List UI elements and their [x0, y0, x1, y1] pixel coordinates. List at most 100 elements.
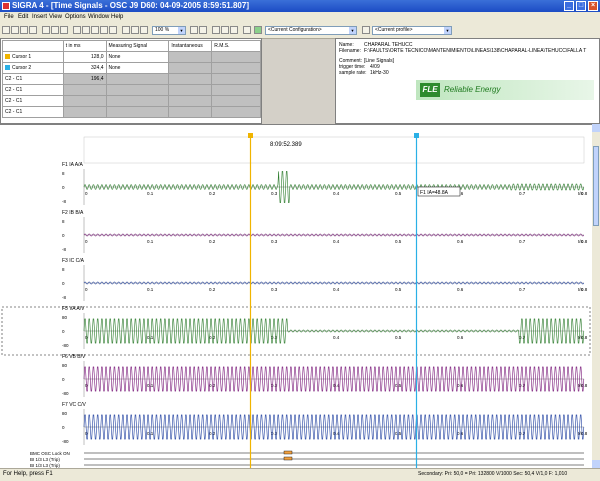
- signal-cell[interactable]: None: [105, 51, 170, 63]
- menu-file[interactable]: File: [4, 13, 14, 22]
- time-cell: 196,4: [62, 73, 107, 85]
- filename-value: F:\FAULTS\ORTE TECNICO\MANTENIMIENTO\LIN…: [364, 48, 587, 54]
- time-cell[interactable]: 128,0: [62, 51, 107, 63]
- company-logo: FLE Reliable Energy: [416, 80, 594, 100]
- close-button[interactable]: ×: [588, 1, 598, 11]
- instantaneous-cell: [168, 73, 213, 85]
- x-tick-label: 0.3: [271, 191, 278, 196]
- measure-icon[interactable]: [91, 26, 99, 34]
- profile-icon[interactable]: [362, 26, 370, 34]
- y-tick-label: 0: [62, 329, 65, 334]
- x-tick-label: 0.1: [147, 335, 154, 340]
- x-tick-label: 0: [85, 191, 88, 196]
- menu-edit[interactable]: Edit: [18, 13, 28, 22]
- y-tick-label: -8: [62, 247, 66, 252]
- y-tick-label: -80: [62, 343, 69, 348]
- profile-value: <Current profile>: [375, 27, 413, 33]
- zoom-out-icon[interactable]: [221, 26, 229, 34]
- signal-cell: [105, 106, 170, 118]
- signal-name-label: F7 VC C/V: [62, 402, 87, 408]
- time-signals-chart[interactable]: 8:09:52.389 F1 IA A/A 8 0 -8 0 0.1 0.2 0.3 0.4 0.…: [0, 124, 592, 469]
- profile-combo[interactable]: <Current profile> ▼: [372, 26, 452, 35]
- cascade-icon[interactable]: [199, 26, 207, 34]
- undo-zoom-icon[interactable]: [230, 26, 238, 34]
- x-tick-label: 0.2: [209, 191, 216, 196]
- filter-icon[interactable]: [109, 26, 117, 34]
- time-cell[interactable]: 324,4: [62, 62, 107, 74]
- x-tick-label: 0.5: [395, 287, 402, 292]
- x-tick-label: 0.4: [333, 191, 340, 196]
- x-tick-label: 0: [85, 287, 88, 292]
- new-icon[interactable]: [2, 26, 10, 34]
- cursor-table: t in ms Measuring Signal Instantaneous R…: [2, 40, 261, 118]
- rms-cell: [211, 106, 261, 118]
- zoom-icon[interactable]: [51, 26, 59, 34]
- crosshair-icon[interactable]: [82, 26, 90, 34]
- x-unit-label: t/s: [578, 287, 584, 292]
- tile-icon[interactable]: [190, 26, 198, 34]
- table-icon[interactable]: [140, 26, 148, 34]
- menu-view[interactable]: View: [49, 13, 62, 22]
- signal-panel: F2 IB B/A80-80 0.1 0.2 0.3 0.4 0.5 0.6 0.7 0.8t/…: [62, 210, 588, 253]
- cursor-label: Cursor 1: [12, 53, 32, 60]
- maximize-button[interactable]: □: [576, 1, 586, 11]
- save-icon[interactable]: [20, 26, 28, 34]
- table-row[interactable]: Cursor 1 128,0 None: [2, 51, 261, 63]
- time-header-box: [83, 136, 585, 164]
- cursor-color-swatch: [5, 53, 10, 59]
- x-tick-label: 0.4: [333, 287, 340, 292]
- signals-svg[interactable]: 8:09:52.389 F1 IA A/A80-80 0.1 0.2 0.3 0.4 0.…: [0, 125, 592, 469]
- column-header: t in ms: [62, 40, 107, 52]
- y-tick-label: 80: [62, 315, 68, 320]
- graph-icon[interactable]: [100, 26, 108, 34]
- configuration-icon[interactable]: [254, 26, 262, 34]
- table-row: C2 - C1: [2, 84, 261, 96]
- menu-options[interactable]: Options: [65, 13, 86, 22]
- signal-panel: F7 VC C/V800-800 0.1 0.2 0.3 0.4 0.5 0.6 0.7 0.8…: [62, 402, 588, 445]
- column-header: Measuring Signal: [105, 40, 170, 52]
- vertical-scrollbar[interactable]: [592, 124, 600, 468]
- vector-icon[interactable]: [122, 26, 130, 34]
- signal-name-label: F6 VB B/V: [62, 354, 86, 360]
- menu-insert[interactable]: Insert: [32, 13, 47, 22]
- color-icon[interactable]: [243, 26, 251, 34]
- y-tick-label: 0: [62, 377, 65, 382]
- y-tick-label: -8: [62, 199, 66, 204]
- menu-help[interactable]: Help: [111, 13, 123, 22]
- cursor-1-handle[interactable]: [248, 133, 253, 138]
- configuration-combo[interactable]: <Current Configuration> ▼: [265, 26, 357, 35]
- signal-cell[interactable]: None: [105, 62, 170, 74]
- instantaneous-cell: [168, 62, 213, 74]
- time-cell: [62, 106, 107, 118]
- zoom-combo[interactable]: 100 % ▼: [152, 26, 186, 35]
- signal-name-label: F5 VA A/V: [62, 306, 85, 312]
- cursor-2-handle[interactable]: [414, 133, 419, 138]
- locus-icon[interactable]: [131, 26, 139, 34]
- x-tick-label: 0.4: [333, 335, 340, 340]
- menu-window[interactable]: Window: [88, 13, 109, 22]
- y-tick-label: -8: [62, 295, 66, 300]
- print-icon[interactable]: [29, 26, 37, 34]
- time-cell: [62, 84, 107, 96]
- header-time: 8:09:52.389: [270, 142, 302, 148]
- cursor-table-panel: t in ms Measuring Signal Instantaneous R…: [0, 38, 262, 124]
- table-row: C2 - C1 196,4: [2, 73, 261, 85]
- rms-cell: [211, 62, 261, 74]
- table-row: C2 - C1: [2, 106, 261, 118]
- zoom-in-icon[interactable]: [212, 26, 220, 34]
- y-tick-label: 0: [62, 281, 65, 286]
- minimize-button[interactable]: _: [564, 1, 574, 11]
- scroll-thumb[interactable]: [593, 146, 599, 226]
- scroll-down-icon[interactable]: [592, 460, 600, 468]
- table-row[interactable]: Cursor 2 324,4 None: [2, 62, 261, 74]
- open-icon[interactable]: [11, 26, 19, 34]
- scroll-up-icon[interactable]: [592, 124, 600, 132]
- signal-cell: [105, 95, 170, 107]
- rms-cell: [211, 51, 261, 63]
- copy-icon[interactable]: [42, 26, 50, 34]
- cursor-icon[interactable]: [73, 26, 81, 34]
- fit-icon[interactable]: [60, 26, 68, 34]
- cursor-label-cell: Cursor 1: [2, 51, 64, 63]
- cursor-label-cell: Cursor 2: [2, 62, 64, 74]
- instantaneous-cell: [168, 84, 213, 96]
